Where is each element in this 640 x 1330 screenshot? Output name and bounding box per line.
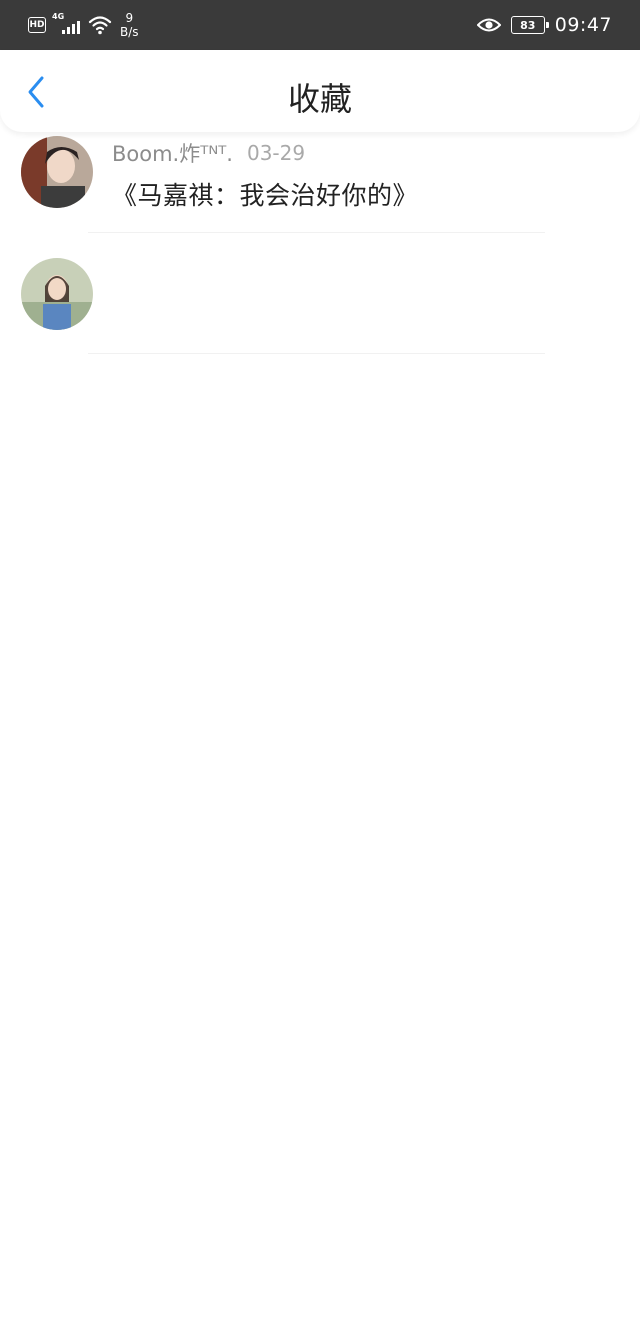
favorite-title[interactable]: 《马嘉祺：我会治好你的》 [112, 176, 418, 212]
network-speed: 9 B/s [120, 11, 139, 39]
signal-icon: 4G [52, 12, 82, 36]
avatar[interactable] [21, 136, 93, 208]
back-button[interactable] [18, 72, 54, 112]
wifi-icon [88, 16, 112, 35]
post-date: 03-29 [246, 141, 306, 165]
battery-icon: 83 [510, 16, 549, 34]
username[interactable]: Boom.炸ᵀᴺᵀ. [112, 138, 233, 168]
page-header: 收藏 [0, 50, 640, 132]
clock: 09:47 [554, 14, 612, 36]
eye-icon [476, 18, 501, 32]
favorites-list: Boom.炸ᵀᴺᵀ. 03-29 《马嘉祺：我会治好你的》 [0, 132, 640, 354]
network-speed-value: 9 [125, 11, 134, 25]
chevron-left-icon [28, 76, 44, 108]
status-bar: HD 4G 9 B/s 83 09:47 [0, 0, 640, 50]
network-speed-unit: B/s [120, 25, 139, 39]
battery-level: 83 [520, 18, 536, 32]
network-type-label: 4G [52, 12, 65, 21]
favorite-item[interactable] [0, 233, 640, 354]
avatar[interactable] [21, 258, 93, 330]
page-title: 收藏 [287, 80, 352, 118]
favorite-item[interactable]: Boom.炸ᵀᴺᵀ. 03-29 《马嘉祺：我会治好你的》 [0, 132, 640, 233]
status-left: HD 4G 9 B/s [28, 0, 139, 50]
hd-icon: HD [28, 17, 46, 33]
status-right: 83 09:47 [476, 0, 612, 50]
